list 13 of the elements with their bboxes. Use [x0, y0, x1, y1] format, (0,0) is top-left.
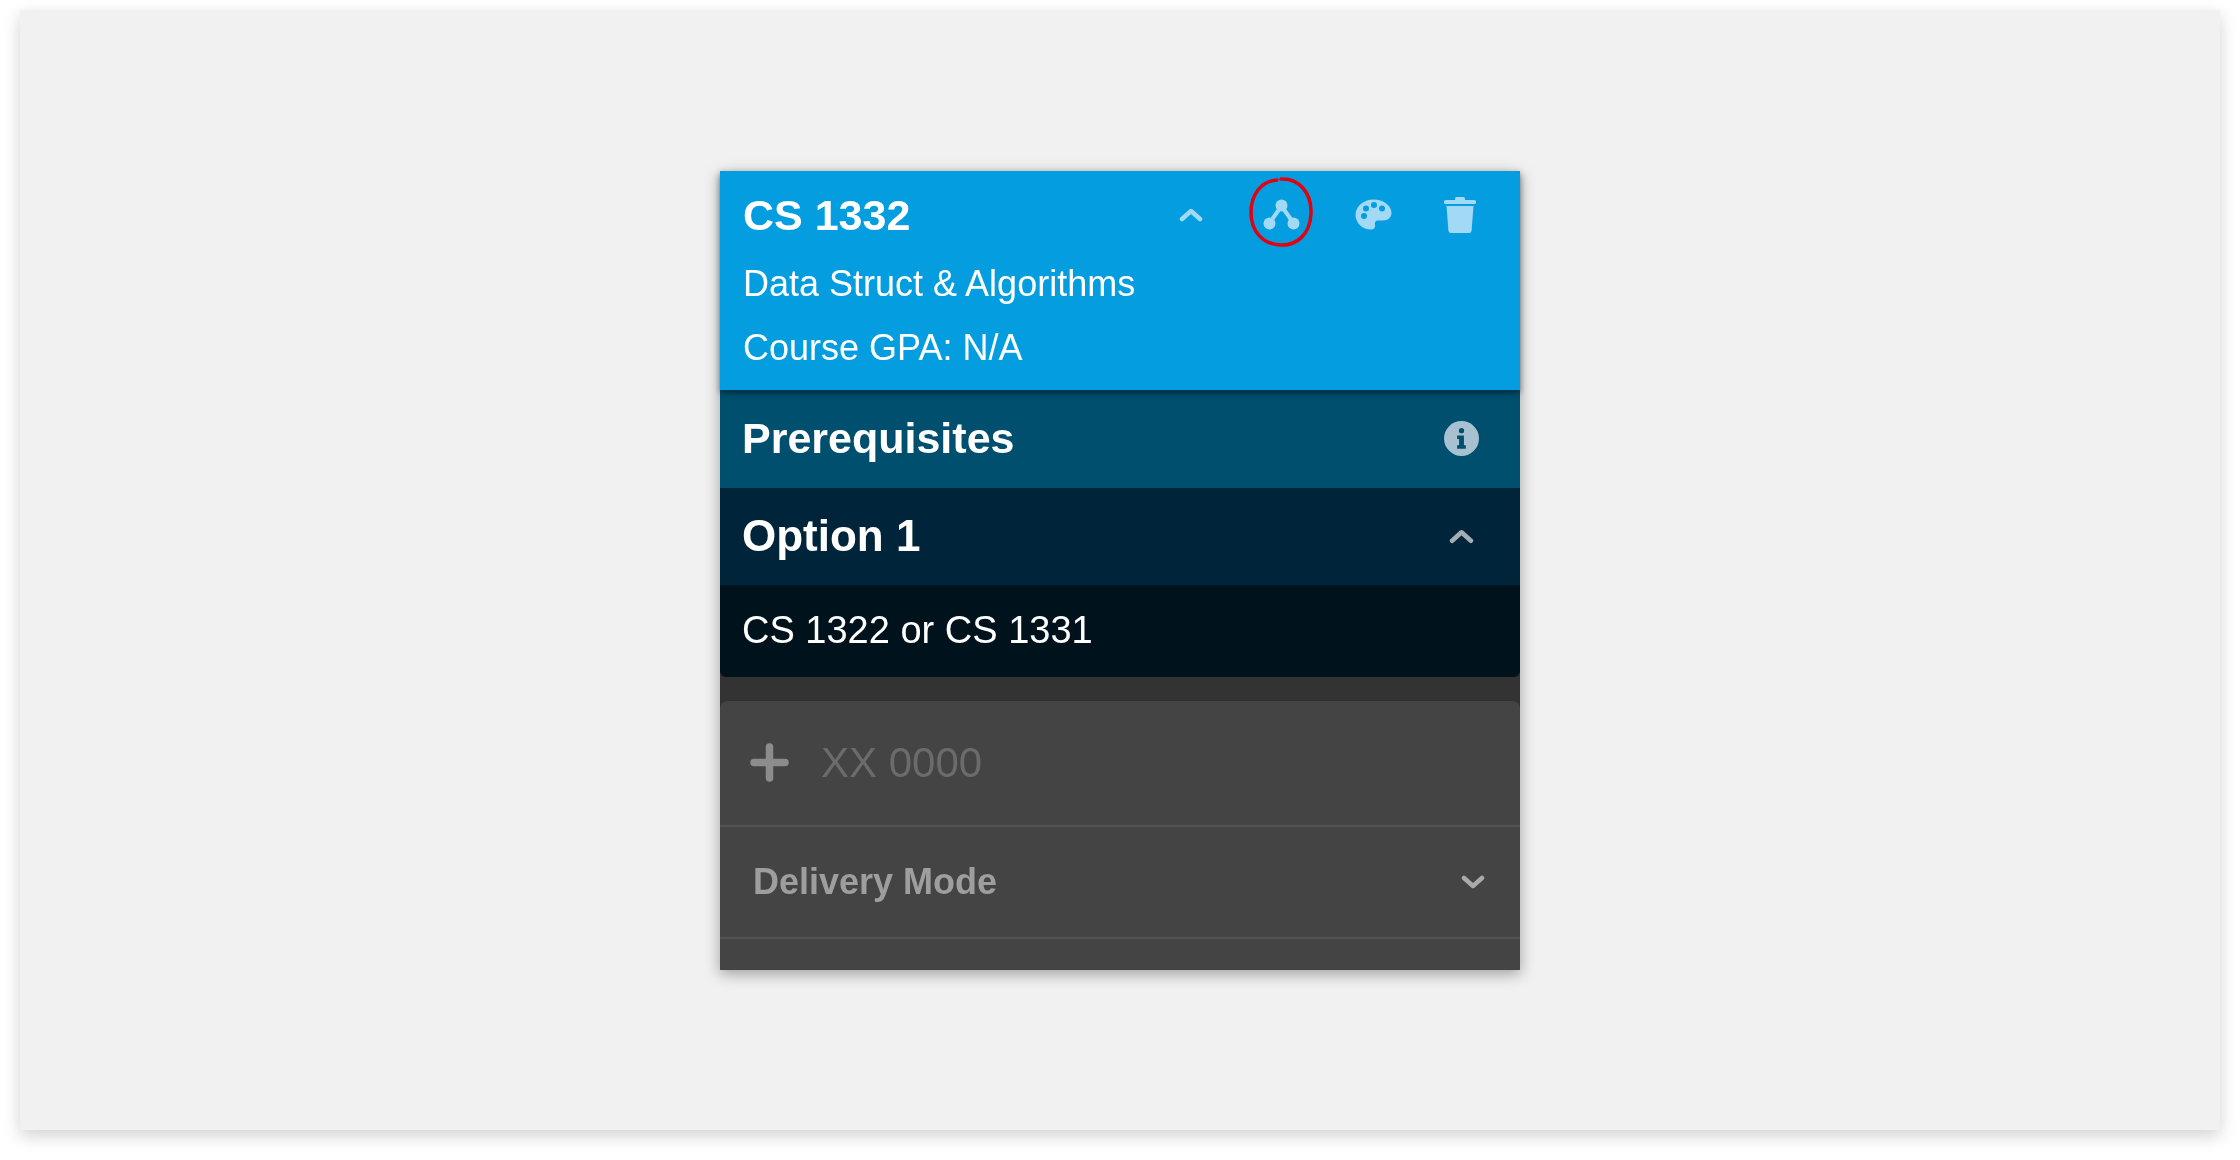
- node-graph-icon[interactable]: [1263, 199, 1300, 230]
- course-code: CS 1332: [743, 190, 911, 239]
- course-name: Data Struct & Algorithms: [743, 261, 1137, 306]
- palette-icon[interactable]: [1355, 199, 1392, 230]
- plus-icon[interactable]: [750, 743, 789, 782]
- chevron-up-icon[interactable]: [1179, 207, 1203, 222]
- trash-icon[interactable]: [1444, 196, 1476, 233]
- requirement-text: CS 1322 or CS 1331: [742, 609, 1093, 652]
- option-header[interactable]: Option 1: [720, 487, 1520, 585]
- prerequisites-title: Prerequisites: [742, 414, 1015, 463]
- delivery-mode-dropdown[interactable]: Delivery Mode: [720, 826, 1520, 939]
- course-gpa: Course GPA: N/A: [743, 325, 1024, 370]
- info-icon[interactable]: [1444, 421, 1479, 456]
